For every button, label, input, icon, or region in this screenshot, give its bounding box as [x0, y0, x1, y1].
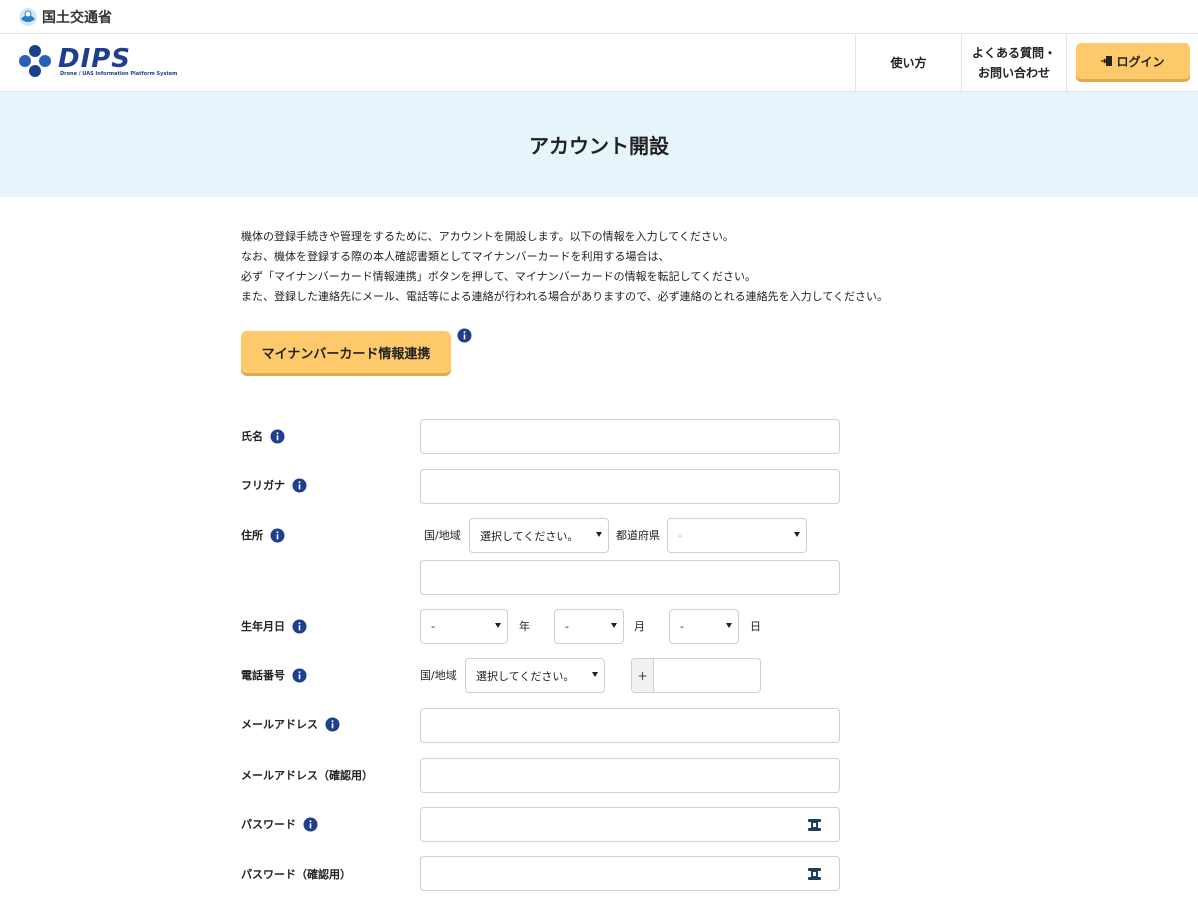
email-label-text: メールアドレス — [241, 718, 318, 731]
login-door-icon — [1101, 56, 1113, 66]
nav-faq[interactable]: よくある質問・ お問い合わせ — [961, 34, 1066, 91]
intro-line: 機体の登録手続きや管理をするために、アカウントを開設します。以下の情報を入力して… — [241, 230, 734, 243]
furigana-input[interactable] — [420, 469, 840, 504]
name-label: 氏名 — [241, 428, 285, 444]
info-icon[interactable] — [292, 619, 307, 634]
intro-line: 必ず「マイナンバーカード情報連携」ボタンを押して、マイナンバーカードの情報を転記… — [241, 270, 757, 283]
brand-subtitle: Drone / UAS Information Platform System — [60, 71, 178, 77]
info-icon[interactable] — [292, 478, 307, 493]
site-header: DIPS Drone / UAS Information Platform Sy… — [0, 34, 1198, 92]
address-label-text: 住所 — [241, 529, 263, 542]
nav-howto[interactable]: 使い方 — [855, 34, 961, 91]
phone-country-select[interactable]: 選択してください。 — [465, 658, 605, 693]
password-confirm-label: パスワード（確認用） — [241, 866, 351, 882]
mlit-logo-icon — [19, 7, 37, 26]
password-label: パスワード — [241, 816, 318, 832]
prefecture-value: - — [678, 529, 682, 542]
chevron-down-icon — [794, 532, 800, 537]
birth-month-select[interactable]: - — [554, 609, 624, 644]
year-unit: 年 — [519, 620, 530, 633]
chevron-down-icon — [596, 532, 602, 537]
birth-year-select[interactable]: - — [420, 609, 508, 644]
address-country-value: 選択してください。 — [480, 529, 579, 543]
nav-faq-label-line2: お問い合わせ — [977, 65, 1050, 80]
login-button-label: ログイン — [1116, 54, 1165, 69]
furigana-label: フリガナ — [241, 477, 307, 493]
chevron-down-icon — [495, 623, 501, 628]
show-password-icon[interactable] — [808, 868, 821, 880]
birthdate-label: 生年月日 — [241, 618, 307, 634]
show-password-icon[interactable] — [808, 819, 821, 831]
mynumber-link-button[interactable]: マイナンバーカード情報連携 — [241, 331, 451, 373]
prefecture-select[interactable]: - — [667, 518, 807, 553]
address-country-select[interactable]: 選択してください。 — [469, 518, 609, 553]
birth-month-value: - — [565, 620, 569, 633]
birthdate-label-text: 生年月日 — [241, 620, 285, 633]
info-icon[interactable] — [292, 668, 307, 683]
password-confirm-label-text: パスワード（確認用） — [241, 868, 351, 881]
nav-howto-label: 使い方 — [890, 55, 927, 70]
name-label-text: 氏名 — [241, 430, 263, 443]
phone-label: 電話番号 — [241, 667, 307, 683]
info-icon[interactable] — [325, 717, 340, 732]
address-label: 住所 — [241, 527, 285, 543]
nav-faq-label-line1: よくある質問・ — [971, 45, 1056, 60]
info-icon[interactable] — [270, 528, 285, 543]
info-icon[interactable] — [303, 817, 318, 832]
phone-prefix: + — [632, 659, 654, 692]
phone-label-text: 電話番号 — [241, 669, 285, 682]
page-title: アカウント開設 — [529, 134, 669, 158]
email-confirm-label-text: メールアドレス（確認用） — [241, 769, 373, 782]
furigana-label-text: フリガナ — [241, 479, 285, 492]
login-button[interactable]: ログイン — [1076, 43, 1190, 79]
password-label-text: パスワード — [241, 818, 296, 831]
chevron-down-icon — [592, 672, 598, 677]
address-country-label: 国/地域 — [424, 529, 461, 542]
phone-country-label: 国/地域 — [420, 669, 457, 682]
info-icon[interactable] — [270, 429, 285, 444]
month-unit: 月 — [634, 620, 645, 633]
birth-day-value: - — [680, 620, 684, 633]
birth-year-value: - — [431, 620, 435, 633]
phone-country-value: 選択してください。 — [476, 669, 575, 683]
name-input[interactable] — [420, 419, 840, 454]
day-unit: 日 — [750, 620, 761, 633]
chevron-down-icon — [726, 623, 732, 628]
prefecture-label: 都道府県 — [616, 529, 660, 542]
info-icon[interactable] — [457, 328, 472, 343]
email-label: メールアドレス — [241, 716, 340, 732]
brand-logo[interactable]: DIPS Drone / UAS Information Platform Sy… — [18, 44, 177, 78]
mynumber-link-button-label: マイナンバーカード情報連携 — [261, 346, 431, 362]
email-confirm-input[interactable] — [420, 758, 840, 793]
chevron-down-icon — [611, 623, 617, 628]
intro-line: また、登録した連絡先にメール、電話等による連絡が行われる場合がありますので、必ず… — [241, 290, 889, 303]
title-band: アカウント開設 — [0, 92, 1198, 197]
password-input[interactable] — [420, 807, 840, 842]
phone-number-input[interactable]: + — [631, 658, 761, 693]
brand-wordmark: DIPS — [58, 44, 132, 74]
ministry-bar: 国土交通省 — [0, 0, 1198, 34]
intro-line: なお、機体を登録する際の本人確認書類としてマイナンバーカードを利用する場合は、 — [241, 250, 670, 263]
intro-text: 機体の登録手続きや管理をするために、アカウントを開設します。以下の情報を入力して… — [241, 227, 888, 307]
birth-day-select[interactable]: - — [669, 609, 739, 644]
address-detail-input[interactable] — [420, 560, 840, 595]
password-confirm-input[interactable] — [420, 856, 840, 891]
email-input[interactable] — [420, 708, 840, 743]
ministry-name[interactable]: 国土交通省 — [42, 7, 112, 27]
email-confirm-label: メールアドレス（確認用） — [241, 767, 373, 783]
dips-logo-icon — [19, 45, 51, 77]
